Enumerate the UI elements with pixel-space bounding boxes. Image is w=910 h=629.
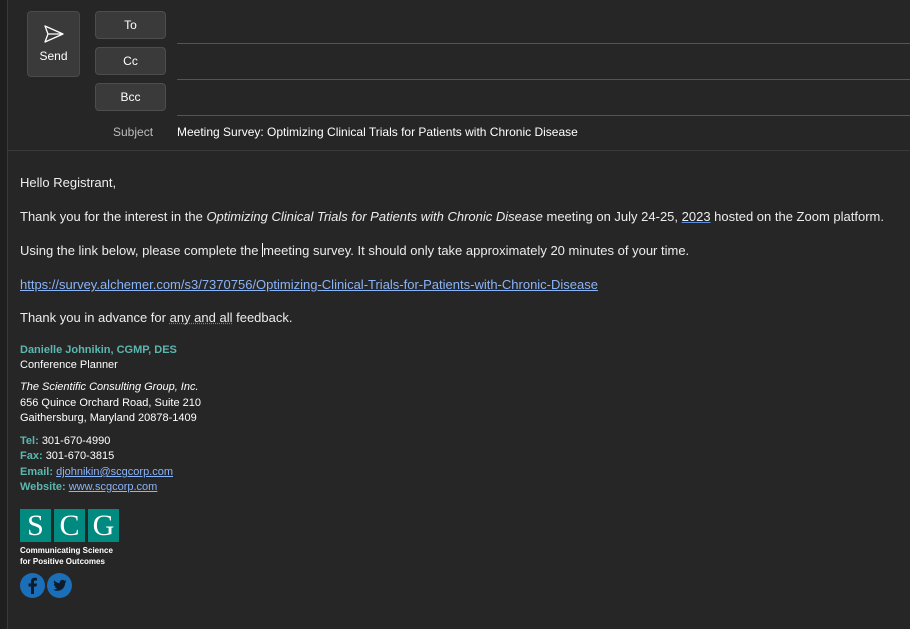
window-left-edge [0, 0, 8, 629]
signature-address2: Gaithersburg, Maryland 20878-1409 [20, 412, 197, 424]
survey-link-line: https://survey.alchemer.com/s3/7370756/O… [20, 277, 598, 292]
bcc-button-label: Bcc [120, 90, 141, 104]
bcc-field[interactable] [177, 115, 910, 116]
signature-website: Website: www.scgcorp.com [20, 481, 157, 493]
meeting-title: Optimizing Clinical Trials for Patients … [206, 209, 543, 224]
tel-value: 301-670-4990 [41, 435, 111, 447]
website-link[interactable]: www.scgcorp.com [69, 481, 158, 493]
greeting: Hello Registrant, [20, 175, 117, 190]
signature-fax: Fax: 301-670-3815 [20, 450, 114, 462]
survey-link[interactable]: https://survey.alchemer.com/s3/7370756/O… [20, 277, 598, 292]
header-divider [7, 150, 910, 151]
facebook-icon[interactable] [20, 573, 45, 598]
paragraph-instructions: Using the link below, please complete th… [20, 243, 689, 258]
to-button[interactable]: To [95, 11, 166, 39]
send-button-label: Send [39, 49, 68, 63]
p1-text-b: meeting on July 24-25, [542, 209, 682, 224]
p3-text-b: feedback. [232, 310, 293, 325]
cc-field[interactable] [177, 79, 910, 80]
logo-letter-c: C [54, 509, 85, 542]
email-label: Email: [20, 466, 54, 478]
email-link[interactable]: djohnikin@scgcorp.com [56, 466, 173, 478]
subject-label: Subject [113, 125, 154, 139]
logo-tagline-2: for Positive Outcomes [20, 557, 105, 566]
p2-text-b: meeting survey. It should only take appr… [263, 243, 690, 258]
subject-input[interactable]: Meeting Survey: Optimizing Clinical Tria… [177, 125, 578, 139]
paragraph-closing: Thank you in advance for any and all fee… [20, 310, 292, 325]
signature-company: The Scientific Consulting Group, Inc. [20, 381, 199, 393]
logo-letter-g: G [88, 509, 119, 542]
p3-text-a: Thank you in advance for [20, 310, 170, 325]
scg-logo: S C G [20, 509, 119, 542]
logo-letter-s: S [20, 509, 51, 542]
facebook-glyph [28, 577, 37, 594]
p2-text-a: Using the link below, please complete th… [20, 243, 263, 258]
grammar-flagged-phrase: any and all [169, 310, 233, 325]
paragraph-thanks: Thank you for the interest in the Optimi… [20, 209, 884, 224]
tel-label: Tel: [20, 435, 39, 447]
cc-button[interactable]: Cc [95, 47, 166, 75]
cc-button-label: Cc [123, 54, 138, 68]
p1-text-a: Thank you for the interest in the [20, 209, 207, 224]
to-field[interactable] [177, 43, 910, 44]
twitter-glyph [53, 579, 67, 591]
year-flagged: 2023 [681, 209, 711, 224]
signature-title: Conference Planner [20, 359, 118, 371]
signature-address1: 656 Quince Orchard Road, Suite 210 [20, 397, 202, 409]
signature-tel: Tel: 301-670-4990 [20, 435, 110, 447]
bcc-button[interactable]: Bcc [95, 83, 166, 111]
fax-label: Fax: [20, 450, 43, 462]
p1-text-c: hosted on the Zoom platform. [710, 209, 884, 224]
logo-tagline-1: Communicating Science [20, 546, 113, 555]
website-label: Website: [20, 481, 66, 493]
fax-value: 301-670-3815 [45, 450, 115, 462]
signature-name: Danielle Johnikin, CGMP, DES [20, 344, 177, 356]
signature-email: Email: djohnikin@scgcorp.com [20, 466, 173, 478]
send-icon [43, 25, 64, 43]
send-button[interactable]: Send [27, 11, 80, 77]
to-button-label: To [124, 18, 137, 32]
twitter-icon[interactable] [47, 573, 72, 598]
